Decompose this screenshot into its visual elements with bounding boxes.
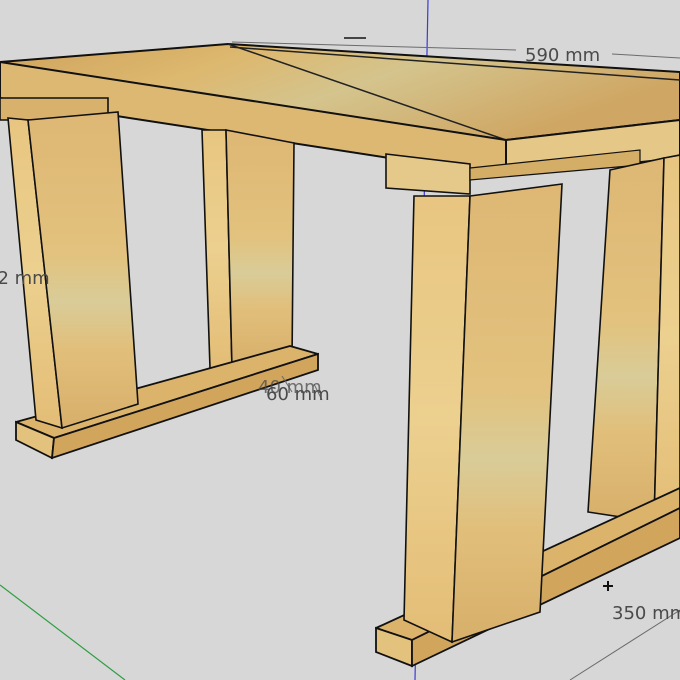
green-axis xyxy=(0,584,126,680)
leg-back-left[interactable] xyxy=(201,129,295,369)
table-model-scene[interactable]: 590 mm 92 mm 40 mm 60 mm 350 mm xyxy=(0,0,680,680)
3d-viewport[interactable]: 590 mm 92 mm 40 mm 60 mm 350 mm xyxy=(0,0,680,680)
dimension-overlap[interactable]: 40 mm 60 mm xyxy=(258,375,330,405)
cursor-crosshair-icon xyxy=(603,581,613,591)
dimension-label-92: 92 mm xyxy=(0,268,50,289)
dimension-label-350: 350 mm xyxy=(612,603,680,624)
leg-back-right[interactable] xyxy=(587,154,680,524)
leg-front-right[interactable] xyxy=(403,183,563,644)
dimension-label-590: 590 mm xyxy=(525,45,600,66)
dimension-leg-height[interactable]: 92 mm xyxy=(0,268,50,289)
dimension-base-length[interactable]: 350 mm xyxy=(569,603,680,680)
dimension-label-60: 60 mm xyxy=(266,384,330,405)
